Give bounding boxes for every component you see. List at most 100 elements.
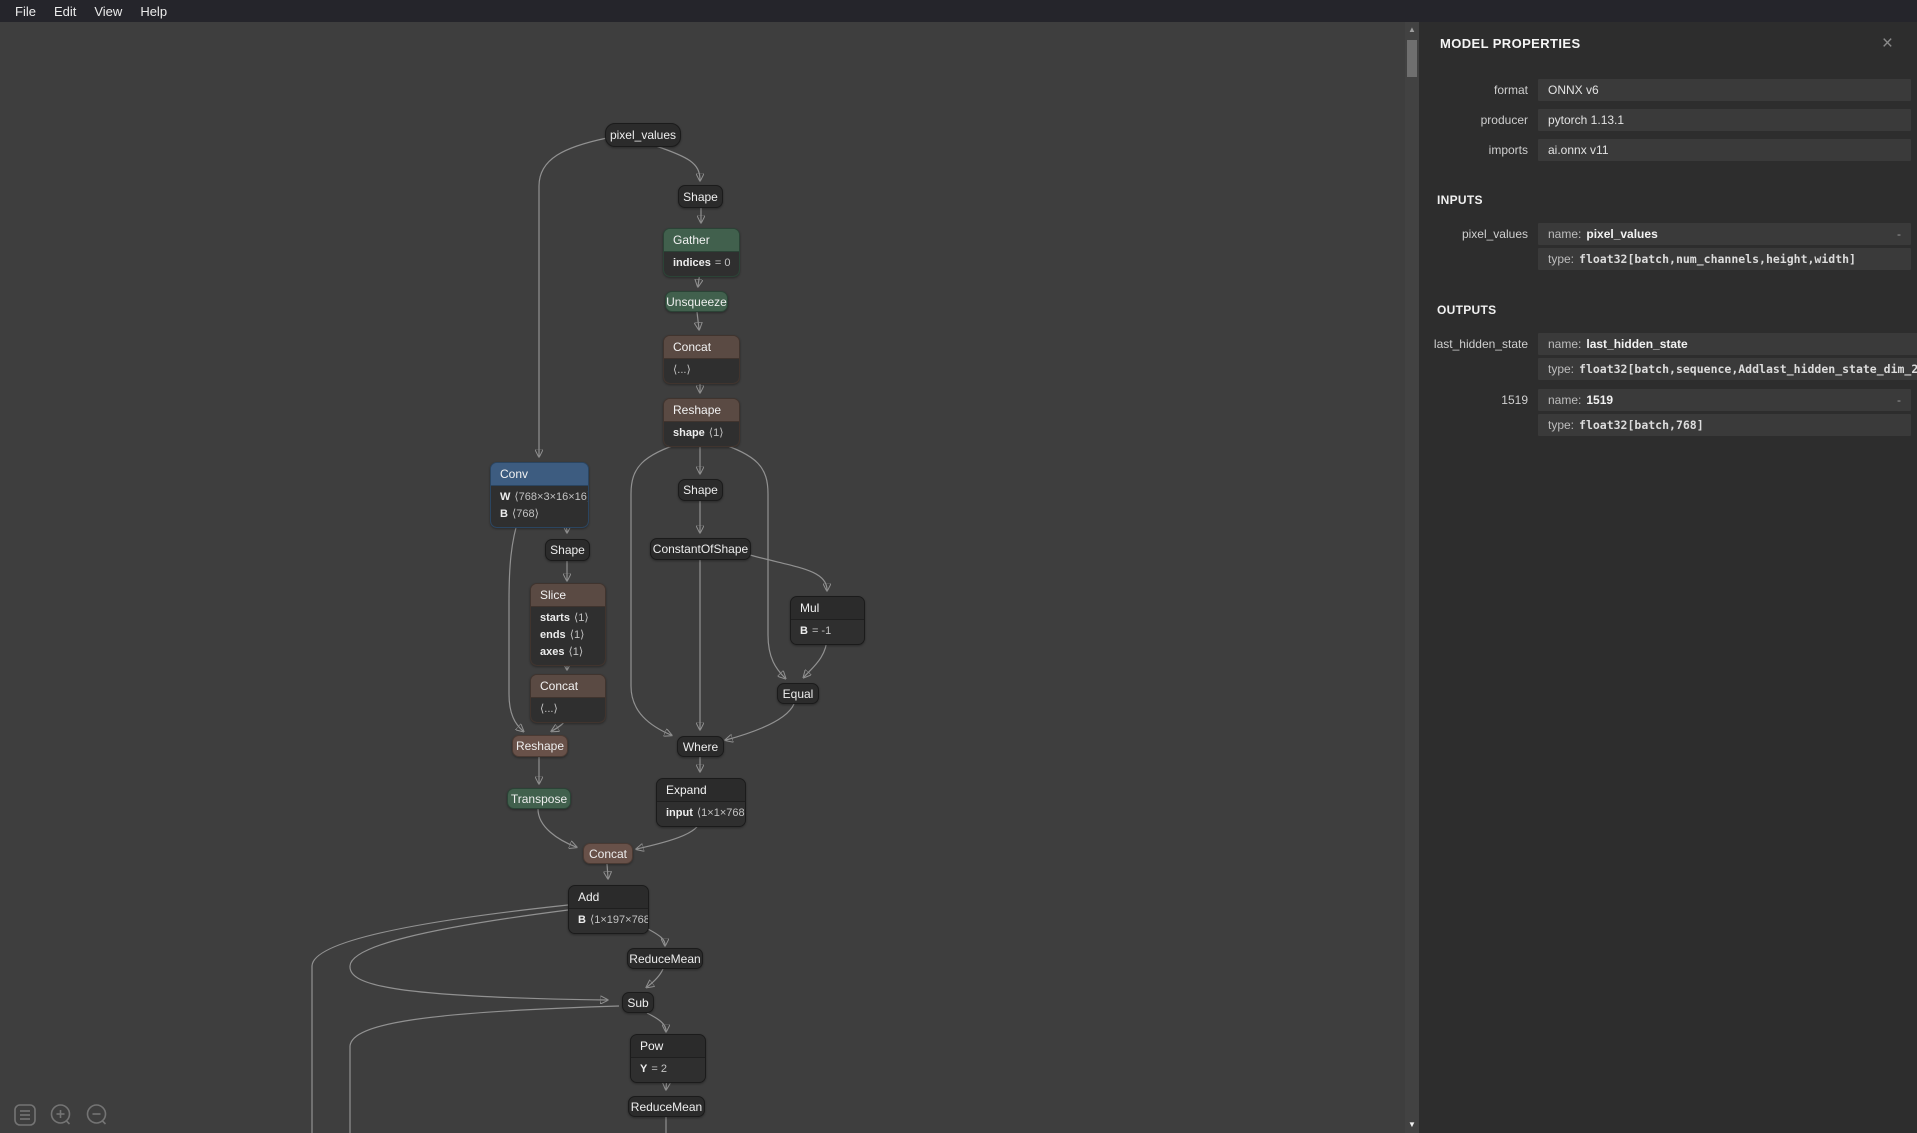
node-sub[interactable]: Sub (622, 992, 654, 1013)
node-attributes: B= -1 (791, 620, 864, 644)
node-mul[interactable]: Mul B= -1 (790, 596, 865, 645)
node-where[interactable]: Where (677, 736, 724, 757)
node-expand[interactable]: Expand input⟨1×1×768⟩ (656, 778, 746, 827)
menu-file[interactable]: File (6, 2, 45, 21)
node-add[interactable]: AddB⟨1×197×768⟩ (568, 885, 649, 934)
canvas-toolbar (12, 1102, 110, 1128)
node-concat[interactable]: Concat ⟨...⟩ (530, 674, 606, 723)
node-reshape[interactable]: Reshapeshape⟨1⟩ (663, 398, 740, 447)
io-type-value: float32[batch,num_channels,height,width] (1579, 252, 1856, 266)
node-transpose[interactable]: Transpose (507, 788, 571, 809)
node-attr-row: B⟨768⟩ (491, 506, 588, 523)
section-header-inputs: INPUTS (1419, 169, 1917, 207)
zoom-out-icon[interactable] (84, 1102, 110, 1128)
menu-view[interactable]: View (85, 2, 131, 21)
node-attr-row: B⟨1×197×768⟩ (569, 912, 648, 929)
node-conv[interactable]: ConvW⟨768×3×16×16⟩B⟨768⟩ (490, 462, 589, 528)
node-label: Expand (657, 779, 745, 802)
node-attributes: starts⟨1⟩ends⟨1⟩axes⟨1⟩ (531, 607, 605, 665)
type-prefix: type: (1548, 418, 1574, 432)
io-item: last_hidden_state name: last_hidden_stat… (1419, 333, 1911, 380)
scroll-up-icon[interactable]: ▲ (1405, 24, 1419, 36)
node-attributes: Y= 2 (631, 1058, 705, 1082)
io-type-value: float32[batch,sequence,Addlast_hidden_st… (1579, 362, 1917, 376)
node-equal[interactable]: Equal (777, 683, 819, 704)
node-shape[interactable]: Shape (545, 539, 590, 561)
name-prefix: name: (1548, 337, 1581, 351)
menu-bar: FileEditViewHelp (0, 0, 1917, 22)
property-row: format ONNX v6 (1419, 79, 1911, 101)
panel-title: MODEL PROPERTIES (1440, 36, 1581, 51)
node-concat[interactable]: Concat ⟨...⟩ (663, 335, 740, 384)
node-pixel_values[interactable]: pixel_values (605, 123, 681, 147)
model-properties-panel: MODEL PROPERTIES × format ONNX v6 produc… (1419, 0, 1917, 1133)
io-name-value: last_hidden_state (1586, 337, 1687, 351)
node-attributes: indices= 0 (664, 252, 739, 276)
node-attributes: shape⟨1⟩ (664, 422, 739, 446)
property-row: imports ai.onnx v11 (1419, 139, 1911, 161)
node-gather[interactable]: Gatherindices= 0 (663, 228, 740, 277)
name-prefix: name: (1548, 393, 1581, 407)
name-prefix: name: (1548, 227, 1581, 241)
io-type-row[interactable]: type: float32[batch,768] (1538, 414, 1911, 436)
io-item: 1519 name: 1519 - type: float32[batch,76… (1419, 389, 1911, 436)
model-properties-list: format ONNX v6 producer pytorch 1.13.1 i… (1419, 79, 1917, 161)
menu-help[interactable]: Help (131, 2, 176, 21)
node-unsqueeze[interactable]: Unsqueeze (665, 291, 728, 312)
list-icon[interactable] (12, 1102, 38, 1128)
node-label: Concat (531, 675, 605, 698)
property-label: producer (1419, 109, 1538, 131)
menu-edit[interactable]: Edit (45, 2, 85, 21)
node-label: Mul (791, 597, 864, 620)
node-attr-row: axes⟨1⟩ (531, 644, 605, 661)
io-label: pixel_values (1419, 223, 1538, 245)
property-label: format (1419, 79, 1538, 101)
node-shape[interactable]: Shape (678, 185, 723, 208)
property-label: imports (1419, 139, 1538, 161)
node-attr-row: starts⟨1⟩ (531, 610, 605, 627)
property-value[interactable]: ONNX v6 (1538, 79, 1911, 101)
node-attributes: W⟨768×3×16×16⟩B⟨768⟩ (491, 486, 588, 527)
canvas-scrollbar[interactable]: ▲ ▼ (1405, 22, 1419, 1133)
node-reducemean[interactable]: ReduceMean (627, 948, 703, 969)
collapse-toggle[interactable]: - (1897, 393, 1901, 407)
node-attr-row: W⟨768×3×16×16⟩ (491, 489, 588, 506)
io-name-value: 1519 (1586, 393, 1613, 407)
node-attr-row: ⟨...⟩ (531, 701, 605, 718)
io-type-value: float32[batch,768] (1579, 418, 1704, 432)
node-reshape[interactable]: Reshape (512, 735, 568, 757)
collapse-toggle[interactable]: - (1897, 227, 1901, 241)
close-icon[interactable]: × (1882, 37, 1893, 51)
node-reducemean[interactable]: ReduceMean (628, 1096, 705, 1117)
io-type-row[interactable]: type: float32[batch,num_channels,height,… (1538, 248, 1911, 270)
io-name-value: pixel_values (1586, 227, 1657, 241)
node-attr-row: ends⟨1⟩ (531, 627, 605, 644)
io-type-row[interactable]: type: float32[batch,sequence,Addlast_hid… (1538, 358, 1917, 380)
node-attr-row: B= -1 (791, 623, 864, 640)
io-name-row[interactable]: name: pixel_values - (1538, 223, 1911, 245)
property-value[interactable]: pytorch 1.13.1 (1538, 109, 1911, 131)
node-concat[interactable]: Concat (583, 843, 633, 864)
zoom-in-icon[interactable] (48, 1102, 74, 1128)
type-prefix: type: (1548, 252, 1574, 266)
io-label: 1519 (1419, 389, 1538, 411)
node-attributes: ⟨...⟩ (531, 698, 605, 722)
node-shape[interactable]: Shape (678, 479, 723, 501)
node-label: Slice (531, 584, 605, 607)
node-pow[interactable]: PowY= 2 (630, 1034, 706, 1083)
node-attr-row: input⟨1×1×768⟩ (657, 805, 745, 822)
node-constantofshape[interactable]: ConstantOfShape (650, 538, 751, 560)
io-label: last_hidden_state (1419, 333, 1538, 355)
scrollbar-thumb[interactable] (1407, 40, 1417, 77)
node-label: Reshape (664, 399, 739, 422)
io-name-row[interactable]: name: last_hidden_state - (1538, 333, 1917, 355)
graph-canvas[interactable]: pixel_values Shape Gatherindices= 0 Unsquee… (0, 22, 1405, 1133)
node-slice[interactable]: Slicestarts⟨1⟩ends⟨1⟩axes⟨1⟩ (530, 583, 606, 666)
node-attributes: B⟨1×197×768⟩ (569, 909, 648, 933)
node-label: Concat (664, 336, 739, 359)
io-name-row[interactable]: name: 1519 - (1538, 389, 1911, 411)
type-prefix: type: (1548, 362, 1574, 376)
node-attr-row: ⟨...⟩ (664, 362, 739, 379)
scroll-down-icon[interactable]: ▼ (1405, 1119, 1419, 1131)
property-value[interactable]: ai.onnx v11 (1538, 139, 1911, 161)
